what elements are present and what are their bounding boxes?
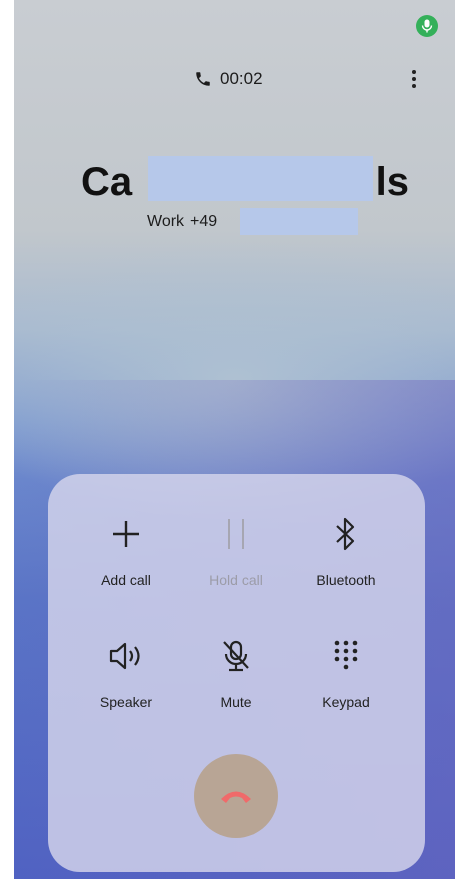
speaker-icon — [109, 642, 140, 670]
number-type: Work — [147, 213, 185, 230]
phone-icon — [196, 72, 210, 86]
speaker-button[interactable]: Speaker — [71, 636, 181, 710]
call-duration: 00:02 — [220, 69, 263, 88]
phone-hangup-icon — [221, 791, 251, 803]
add-call-button[interactable]: Add call — [71, 514, 181, 588]
more-vert-icon — [412, 70, 416, 74]
mic-off-icon — [223, 640, 249, 672]
mute-button[interactable]: Mute — [181, 636, 291, 710]
mute-label: Mute — [220, 694, 252, 710]
keypad-button[interactable]: Keypad — [291, 636, 401, 710]
redacted-number-block — [240, 208, 358, 235]
hold-call-label: Hold call — [209, 572, 263, 588]
caller-number-line: Work +49 — [147, 210, 217, 234]
hold-call-button[interactable]: Hold call — [181, 514, 291, 588]
call-controls-panel: Add call Hold call Bluetooth Speaker Mut… — [48, 474, 425, 872]
add-call-label: Add call — [101, 572, 151, 588]
mic-in-use-indicator — [416, 15, 438, 37]
call-timer: 00:02 — [194, 66, 263, 92]
bluetooth-label: Bluetooth — [316, 572, 376, 588]
keypad-icon — [334, 640, 358, 670]
bluetooth-icon — [336, 517, 355, 551]
number-prefix: +49 — [190, 213, 218, 230]
plus-icon — [113, 521, 139, 547]
caller-name-start: Ca — [81, 159, 133, 204]
pause-icon — [228, 519, 244, 549]
end-call-button[interactable] — [194, 754, 278, 838]
bluetooth-button[interactable]: Bluetooth — [291, 514, 401, 588]
microphone-icon — [421, 19, 433, 33]
caller-name-end: ls — [375, 159, 409, 204]
keypad-label: Keypad — [322, 694, 370, 710]
more-options-button[interactable] — [405, 66, 423, 92]
speaker-label: Speaker — [99, 694, 153, 710]
redacted-name-block — [148, 156, 373, 201]
